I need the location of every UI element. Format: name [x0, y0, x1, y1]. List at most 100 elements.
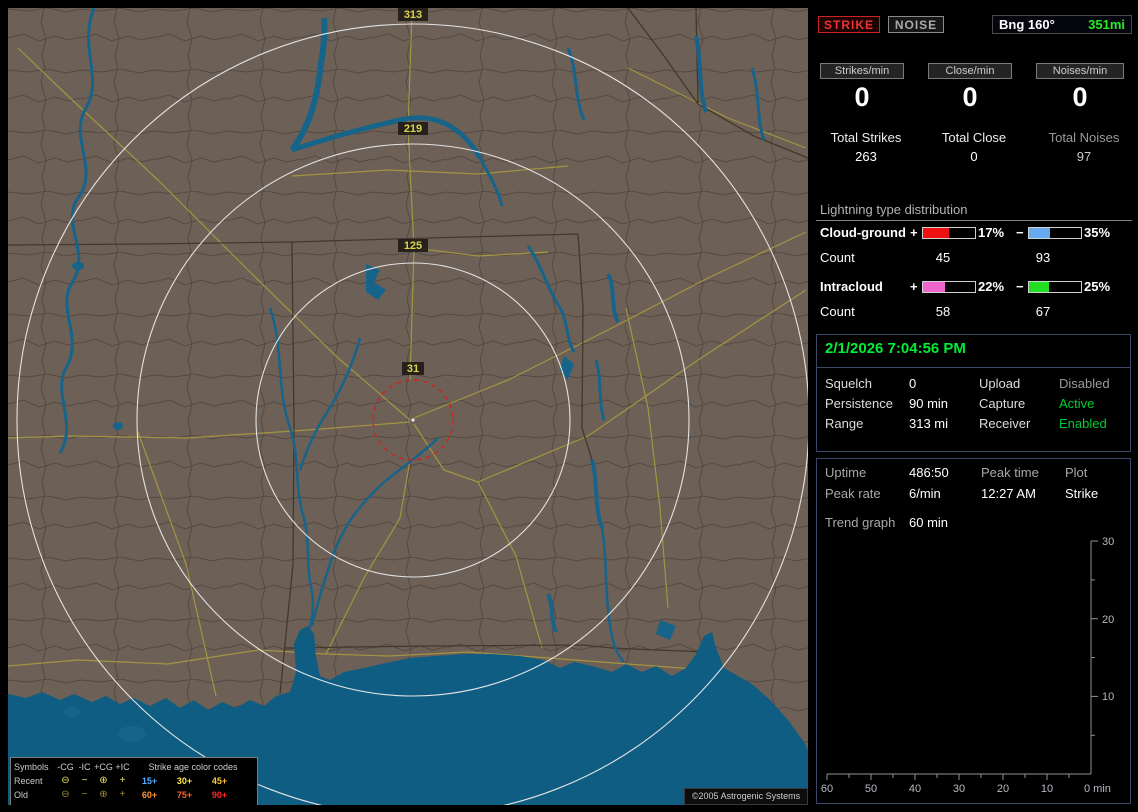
range-value: 313 mi [909, 416, 949, 431]
trend-chart: 30 20 10 60 50 40 30 20 10 0 min [821, 536, 1114, 795]
distribution-divider [816, 220, 1132, 221]
system-status-box: 2/1/2026 7:04:56 PM Squelch 0 Upload Dis… [816, 334, 1131, 452]
ic-positive-count: 58 [935, 304, 951, 319]
bearing-range-box: Bng 160° 351mi [992, 15, 1132, 34]
total-noises-value: 97 [1076, 149, 1092, 164]
ic-minus-sign: − [1016, 279, 1024, 294]
sensor-location-dot [411, 418, 415, 422]
trend-axis-labels: 30 20 10 60 50 40 30 20 10 0 min [821, 536, 1114, 795]
cg-count-label: Count [820, 250, 855, 265]
total-close-label: Total Close [941, 130, 1007, 145]
squelch-value: 0 [909, 376, 917, 391]
peak-time-label: Peak time [981, 465, 1039, 480]
svg-text:30: 30 [953, 783, 965, 795]
plot-value: Strike [1065, 486, 1099, 501]
uptime-label: Uptime [825, 465, 867, 480]
legend-age-header: Strike age color codes [148, 762, 238, 772]
trend-axes [826, 540, 1098, 780]
legend-col-pos-ic: +IC [115, 762, 130, 772]
range-label: Range [825, 416, 864, 431]
ic-negative-pct: 25% [1084, 279, 1111, 294]
status-panel: STRIKE NOISE Bng 160° 351mi Strikes/min … [816, 0, 1138, 812]
age-code-15: 15+ [141, 776, 158, 786]
persistence-label: Persistence [825, 396, 893, 411]
neg-ic-recent-icon: − [81, 775, 88, 786]
svg-text:10: 10 [1041, 783, 1053, 795]
ring-label-313: 313 [398, 8, 428, 21]
svg-text:40: 40 [909, 783, 921, 795]
cg-negative-count: 93 [1035, 250, 1051, 265]
cg-minus-sign: − [1016, 225, 1024, 240]
legend-row-recent-label: Recent [14, 776, 43, 786]
svg-text:20: 20 [1102, 614, 1114, 626]
close-per-min-label: Close/min [928, 63, 1012, 79]
total-noises-label: Total Noises [1048, 130, 1120, 145]
ic-negative-count: 67 [1035, 304, 1051, 319]
trend-graph-label: Trend graph [825, 515, 896, 530]
pos-cg-old-icon: ⊕ [99, 789, 108, 800]
cg-negative-pct: 35% [1084, 225, 1111, 240]
copyright-notice: ©2005 Astrogenic Systems [684, 788, 808, 805]
svg-text:60: 60 [821, 783, 833, 795]
cg-negative-bar [1028, 227, 1082, 239]
cg-positive-pct: 17% [978, 225, 1005, 240]
distribution-title: Lightning type distribution [820, 202, 968, 217]
receiver-status: Enabled [1059, 416, 1107, 431]
ring-label-125: 125 [398, 239, 428, 252]
neg-cg-old-icon: ⊖ [61, 789, 70, 800]
pos-ic-old-icon: + [119, 789, 126, 800]
svg-text:20: 20 [997, 783, 1009, 795]
svg-text:0 min: 0 min [1084, 783, 1111, 795]
total-strikes-value: 263 [855, 149, 877, 164]
trend-graph-box: Uptime 486:50 Peak time Plot Peak rate 6… [816, 458, 1131, 804]
map-legend: Symbols -CG -IC +CG +IC Strike age color… [10, 757, 258, 805]
svg-text:313: 313 [404, 9, 422, 21]
age-code-90: 90+ [211, 790, 228, 800]
map-svg: 313 219 125 31 [8, 8, 808, 805]
svg-text:10: 10 [1102, 691, 1114, 703]
legend-row-old-label: Old [14, 790, 29, 800]
svg-text:50: 50 [865, 783, 877, 795]
age-code-60: 60+ [141, 790, 158, 800]
noise-indicator-lamp: NOISE [888, 16, 944, 33]
strikes-per-min-value: 0 [854, 82, 870, 112]
close-per-min-value: 0 [962, 82, 978, 112]
svg-text:219: 219 [404, 123, 422, 135]
persistence-value: 90 min [909, 396, 949, 411]
cg-plus-sign: + [910, 225, 918, 240]
legend-col-neg-cg: -CG [57, 762, 74, 772]
pos-cg-recent-icon: ⊕ [99, 775, 108, 786]
pos-ic-recent-icon: + [119, 775, 126, 786]
ic-negative-bar [1028, 281, 1082, 293]
strike-indicator-lamp: STRIKE [818, 16, 880, 33]
legend-col-neg-ic: -IC [78, 762, 91, 772]
upload-label: Upload [979, 376, 1021, 391]
bearing-value: Bng 160° [999, 17, 1055, 32]
ic-positive-pct: 22% [978, 279, 1005, 294]
cg-positive-count: 45 [935, 250, 951, 265]
datetime-display: 2/1/2026 7:04:56 PM [825, 340, 966, 357]
legend-col-pos-cg: +CG [94, 762, 113, 772]
peak-time-value: 12:27 AM [981, 486, 1036, 501]
total-close-value: 0 [970, 149, 978, 164]
noises-per-min-label: Noises/min [1036, 63, 1124, 79]
plot-label: Plot [1065, 465, 1088, 480]
peak-rate-label: Peak rate [825, 486, 881, 501]
svg-text:31: 31 [407, 363, 419, 375]
squelch-label: Squelch [825, 376, 872, 391]
cg-positive-bar [922, 227, 976, 239]
neg-ic-old-icon: − [81, 789, 88, 800]
datetime-divider [817, 367, 1130, 368]
svg-text:30: 30 [1102, 536, 1114, 548]
map-view[interactable]: 313 219 125 31 Symbols -CG -IC +CG +IC S… [8, 8, 808, 805]
ring-label-219: 219 [398, 122, 428, 135]
ic-plus-sign: + [910, 279, 918, 294]
svg-text:125: 125 [404, 240, 422, 252]
age-code-75: 75+ [176, 790, 193, 800]
intracloud-label: Intracloud [820, 279, 883, 294]
ic-positive-bar [922, 281, 976, 293]
bearing-distance-value: 351mi [1088, 17, 1125, 32]
strikes-per-min-label: Strikes/min [820, 63, 904, 79]
trend-window-value: 60 min [909, 515, 949, 530]
upload-status: Disabled [1059, 376, 1110, 391]
